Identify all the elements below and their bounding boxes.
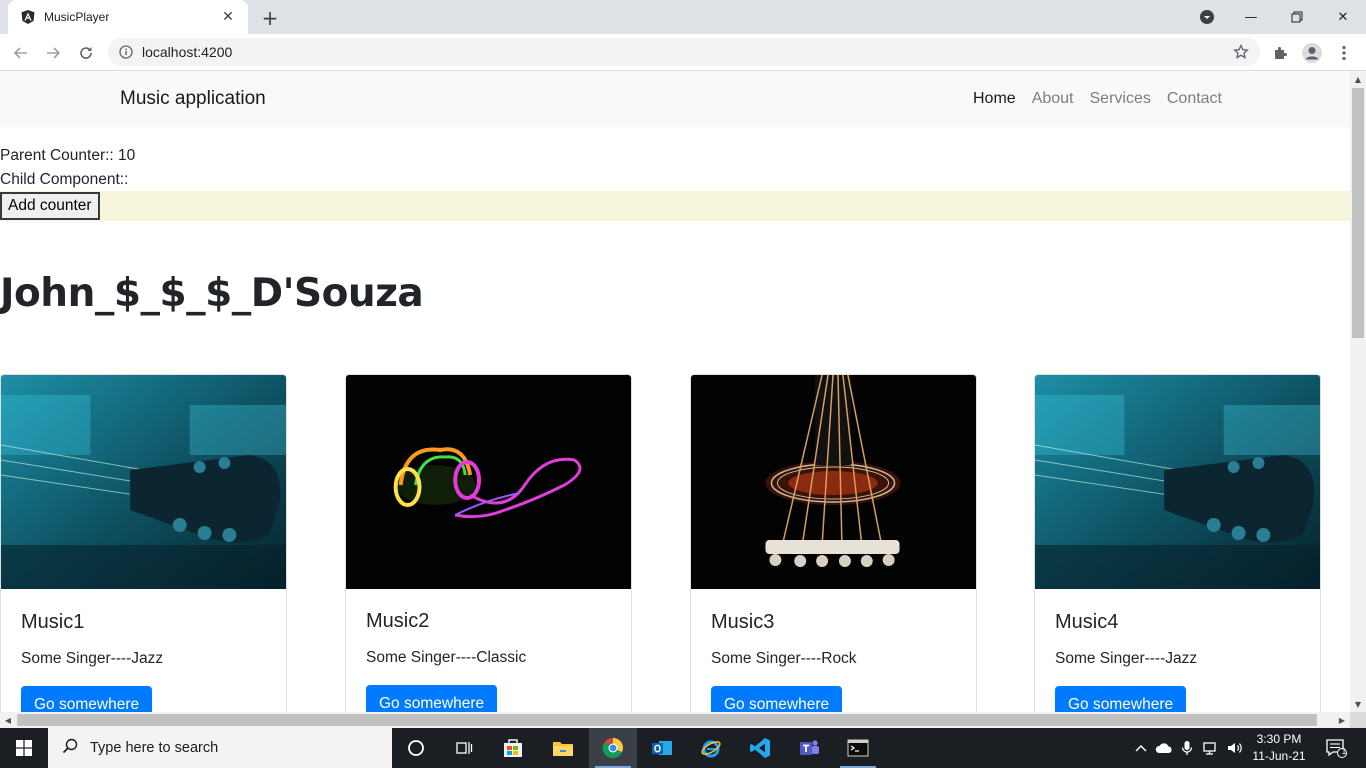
- acoustic-guitar-image: [691, 375, 976, 589]
- tab-search-icon[interactable]: [1197, 7, 1217, 27]
- horizontal-scrollbar[interactable]: ◀ ▶: [0, 712, 1350, 728]
- windows-taskbar: Type here to search 3:30 PM 11-Jun-21 1: [0, 728, 1366, 768]
- nav-contact[interactable]: Contact: [1167, 90, 1222, 108]
- tray-chevron-icon[interactable]: [1131, 738, 1151, 758]
- music-card: Music3 Some Singer----Rock Go somewhere: [690, 374, 977, 712]
- internet-explorer-icon[interactable]: [687, 728, 735, 768]
- app-navbar: Music application Home About Services Co…: [0, 71, 1350, 127]
- page-heading: John_$_$_$_D'Souza: [0, 271, 424, 316]
- taskbar-clock[interactable]: 3:30 PM 11-Jun-21: [1248, 731, 1310, 765]
- browser-tab[interactable]: MusicPlayer ✕: [8, 0, 248, 34]
- navbar-brand[interactable]: Music application: [120, 88, 266, 110]
- card-text: Some Singer----Jazz: [21, 650, 164, 667]
- restore-icon[interactable]: [1274, 0, 1320, 34]
- card-title: Music1: [21, 611, 85, 633]
- onedrive-icon[interactable]: [1154, 738, 1174, 758]
- command-prompt-icon[interactable]: [834, 728, 882, 768]
- notification-count: 1: [1341, 747, 1347, 756]
- back-icon[interactable]: [8, 40, 34, 66]
- close-window-icon[interactable]: ✕: [1320, 0, 1366, 34]
- scroll-up-icon[interactable]: ▲: [1350, 71, 1366, 87]
- microphone-icon[interactable]: [1177, 738, 1197, 758]
- scroll-down-icon[interactable]: ▼: [1350, 696, 1366, 712]
- card-title: Music4: [1055, 611, 1119, 633]
- tab-close-icon[interactable]: ✕: [218, 7, 238, 27]
- card-text: Some Singer----Rock: [711, 650, 857, 667]
- scroll-right-icon[interactable]: ▶: [1334, 712, 1350, 728]
- minimize-icon[interactable]: —: [1228, 0, 1274, 34]
- nav-about[interactable]: About: [1032, 90, 1074, 108]
- search-placeholder: Type here to search: [90, 740, 219, 756]
- scrollbar-corner: [1350, 712, 1366, 728]
- horizontal-scroll-thumb[interactable]: [17, 714, 1317, 726]
- url-text: localhost:4200: [142, 44, 233, 60]
- chrome-taskbar-icon[interactable]: [589, 728, 637, 768]
- microsoft-store-icon[interactable]: [489, 728, 537, 768]
- guitar-headstock-image: [1, 375, 286, 589]
- extensions-icon[interactable]: [1268, 41, 1292, 65]
- card-title: Music2: [366, 610, 430, 632]
- card-text: Some Singer----Classic: [366, 649, 527, 666]
- card-text: Some Singer----Jazz: [1055, 650, 1198, 667]
- new-tab-icon[interactable]: +: [258, 6, 282, 30]
- browser-toolbar: localhost:4200: [0, 34, 1366, 71]
- add-counter-button[interactable]: Add counter: [0, 192, 100, 220]
- reload-icon[interactable]: [73, 40, 99, 66]
- nav-services[interactable]: Services: [1090, 90, 1151, 108]
- parent-counter-text: Parent Counter:: 10: [0, 147, 136, 164]
- network-icon[interactable]: [1201, 738, 1221, 758]
- site-info-icon[interactable]: [118, 44, 134, 60]
- music-card: Music4 Some Singer----Jazz Go somewhere: [1034, 374, 1321, 712]
- page-viewport: Music application Home About Services Co…: [0, 71, 1350, 712]
- windows-start-icon[interactable]: [0, 728, 48, 768]
- clock-date: 11-Jun-21: [1252, 749, 1306, 763]
- file-explorer-icon[interactable]: [539, 728, 587, 768]
- guitar-headstock-image: [1035, 375, 1320, 589]
- search-icon: [62, 738, 78, 758]
- teams-icon[interactable]: [785, 728, 833, 768]
- vscode-icon[interactable]: [736, 728, 784, 768]
- neon-headphones-image: [346, 375, 631, 589]
- forward-icon[interactable]: [40, 40, 66, 66]
- profile-avatar-icon[interactable]: [1300, 41, 1324, 65]
- go-somewhere-button[interactable]: Go somewhere: [1055, 686, 1187, 712]
- outlook-icon[interactable]: [638, 728, 686, 768]
- notification-center-icon[interactable]: 1: [1323, 738, 1349, 758]
- browser-menu-icon[interactable]: [1332, 41, 1356, 65]
- music-card: Music1 Some Singer----Jazz Go somewhere: [0, 374, 287, 712]
- music-card: Music2 Some Singer----Classic Go somewhe…: [345, 374, 632, 712]
- task-view-icon[interactable]: [440, 728, 488, 768]
- vertical-scroll-thumb[interactable]: [1352, 88, 1364, 338]
- child-component-text: Child Component::: [0, 171, 129, 188]
- go-somewhere-button[interactable]: Go somewhere: [711, 686, 843, 712]
- scroll-left-icon[interactable]: ◀: [0, 712, 16, 728]
- address-bar[interactable]: localhost:4200: [108, 38, 1260, 66]
- child-component-area: [0, 191, 1350, 221]
- bookmark-star-icon[interactable]: [1232, 43, 1250, 61]
- go-somewhere-button[interactable]: Go somewhere: [21, 686, 153, 712]
- card-title: Music3: [711, 611, 775, 633]
- taskbar-search[interactable]: Type here to search: [48, 728, 392, 768]
- tab-title: MusicPlayer: [44, 10, 110, 24]
- nav-home[interactable]: Home: [973, 90, 1016, 108]
- browser-tab-strip: MusicPlayer ✕ + — ✕: [0, 0, 1366, 34]
- angular-favicon-icon: [20, 9, 36, 25]
- vertical-scrollbar[interactable]: ▲ ▼: [1350, 71, 1366, 712]
- nav-links: Home About Services Contact: [957, 90, 1222, 108]
- cortana-icon[interactable]: [392, 728, 440, 768]
- clock-time: 3:30 PM: [1256, 732, 1302, 746]
- volume-icon[interactable]: [1225, 738, 1245, 758]
- go-somewhere-button[interactable]: Go somewhere: [366, 685, 498, 712]
